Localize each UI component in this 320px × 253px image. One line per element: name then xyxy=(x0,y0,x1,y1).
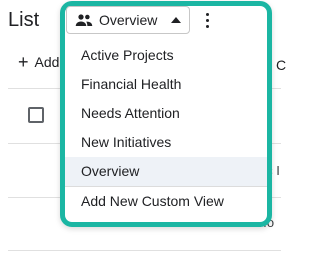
select-all-checkbox[interactable] xyxy=(28,107,44,123)
more-vertical-icon[interactable] xyxy=(196,6,218,34)
plus-icon: + xyxy=(18,52,29,72)
menu-item-needs-attention[interactable]: Needs Attention xyxy=(65,99,267,128)
menu-item-financial-health[interactable]: Financial Health xyxy=(65,70,267,99)
menu-item-new-initiatives[interactable]: New Initiatives xyxy=(65,128,267,157)
settings-label-clipped: C xyxy=(276,57,287,73)
add-button-label: Add xyxy=(34,54,60,70)
menu-item-active-projects[interactable]: Active Projects xyxy=(65,41,267,70)
caret-up-icon xyxy=(171,17,181,23)
view-selector-dropdown[interactable]: Overview xyxy=(66,6,190,34)
add-button[interactable]: + Add xyxy=(18,52,60,72)
current-view-label: Overview xyxy=(99,12,158,28)
divider xyxy=(8,250,281,251)
add-custom-view-button[interactable]: Add New Custom View xyxy=(65,187,267,216)
people-icon xyxy=(75,13,93,27)
page-title: List xyxy=(8,9,40,31)
menu-item-overview[interactable]: Overview xyxy=(65,157,267,186)
views-menu: Active Projects Financial Health Needs A… xyxy=(65,41,267,216)
